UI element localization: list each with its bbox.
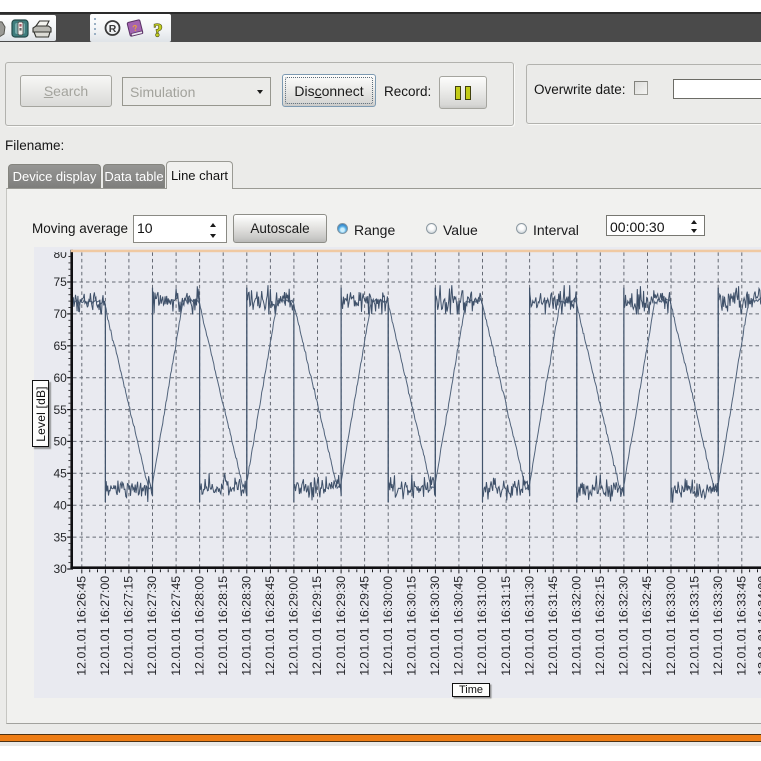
svg-text:12.01.01 16:28:30: 12.01.01 16:28:30 bbox=[240, 576, 254, 676]
svg-text:45: 45 bbox=[53, 467, 67, 481]
svg-text:?: ? bbox=[153, 21, 163, 42]
svg-text:12.01.01 16:30:30: 12.01.01 16:30:30 bbox=[428, 576, 442, 676]
svg-text:12.01.01 16:30:45: 12.01.01 16:30:45 bbox=[452, 576, 466, 676]
svg-text:70: 70 bbox=[53, 307, 67, 321]
svg-text:12.01.01 16:33:45: 12.01.01 16:33:45 bbox=[735, 576, 749, 676]
svg-text:12.01.01 16:29:00: 12.01.01 16:29:00 bbox=[287, 576, 301, 676]
svg-text:55: 55 bbox=[53, 403, 67, 417]
svg-text:30: 30 bbox=[53, 562, 67, 576]
svg-text:12.01.01 16:29:30: 12.01.01 16:29:30 bbox=[334, 576, 348, 676]
svg-text:R: R bbox=[109, 23, 117, 35]
svg-text:65: 65 bbox=[53, 339, 67, 353]
svg-text:40: 40 bbox=[53, 498, 67, 512]
svg-text:12.01.01 16:27:45: 12.01.01 16:27:45 bbox=[169, 576, 183, 676]
svg-text:12.01.01 16:31:00: 12.01.01 16:31:00 bbox=[475, 576, 489, 676]
svg-text:12.01.01 16:27:00: 12.01.01 16:27:00 bbox=[98, 576, 112, 676]
svg-text:50: 50 bbox=[53, 435, 67, 449]
svg-text:35: 35 bbox=[53, 530, 67, 544]
svg-text:12.01.01 16:32:45: 12.01.01 16:32:45 bbox=[640, 576, 654, 676]
svg-text:60: 60 bbox=[53, 371, 67, 385]
svg-text:12.01.01 16:33:00: 12.01.01 16:33:00 bbox=[664, 576, 678, 676]
svg-text:80: 80 bbox=[53, 247, 67, 261]
svg-text:12.01.01 16:31:15: 12.01.01 16:31:15 bbox=[499, 576, 513, 676]
svg-text:12.01.01 16:27:15: 12.01.01 16:27:15 bbox=[122, 576, 136, 676]
svg-text:12.01.01 16:32:00: 12.01.01 16:32:00 bbox=[570, 576, 584, 676]
svg-text:12.01.01 16:28:00: 12.01.01 16:28:00 bbox=[192, 576, 206, 676]
svg-text:12.01.01 16:32:30: 12.01.01 16:32:30 bbox=[617, 576, 631, 676]
svg-text:12.01.01 16:31:30: 12.01.01 16:31:30 bbox=[522, 576, 536, 676]
svg-text:12.01.01 16:29:45: 12.01.01 16:29:45 bbox=[357, 576, 371, 676]
svg-text:12.01.01 16:33:15: 12.01.01 16:33:15 bbox=[687, 576, 701, 676]
svg-text:12.01.01 16:30:15: 12.01.01 16:30:15 bbox=[405, 576, 419, 676]
svg-text:12.01.01 16:31:45: 12.01.01 16:31:45 bbox=[546, 576, 560, 676]
svg-text:12.01.01 16:34:00: 12.01.01 16:34:00 bbox=[756, 576, 761, 676]
svg-text:12.01.01 16:29:15: 12.01.01 16:29:15 bbox=[310, 576, 324, 676]
svg-text:75: 75 bbox=[53, 275, 67, 289]
svg-text:12.01.01 16:27:30: 12.01.01 16:27:30 bbox=[145, 576, 159, 676]
svg-text:12.01.01 16:33:30: 12.01.01 16:33:30 bbox=[711, 576, 725, 676]
svg-text:12.01.01 16:30:00: 12.01.01 16:30:00 bbox=[381, 576, 395, 676]
svg-text:12.01.01 16:28:15: 12.01.01 16:28:15 bbox=[216, 576, 230, 676]
svg-text:12.01.01 16:28:45: 12.01.01 16:28:45 bbox=[263, 576, 277, 676]
svg-text:12.01.01 16:26:45: 12.01.01 16:26:45 bbox=[75, 576, 89, 676]
svg-text:12.01.01 16:32:15: 12.01.01 16:32:15 bbox=[593, 576, 607, 676]
